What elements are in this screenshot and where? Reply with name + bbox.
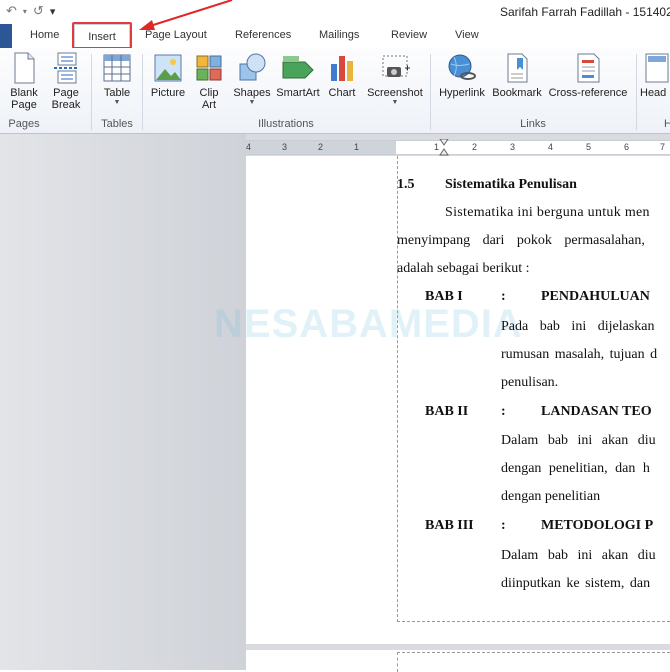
- bab-line: Dalam bab ini akan diu: [501, 433, 656, 448]
- ruler-number: 7: [660, 142, 666, 152]
- bab-line: penulisan.: [501, 375, 559, 390]
- ruler-number: 3: [282, 142, 288, 152]
- ruler-number: 6: [624, 142, 630, 152]
- smartart-icon: [282, 56, 314, 79]
- bab-number: BAB I: [425, 289, 463, 304]
- screenshot-label: Screenshot: [367, 87, 423, 99]
- picture-button[interactable]: Picture: [148, 52, 188, 99]
- shapes-button[interactable]: Shapes ▼: [232, 52, 272, 107]
- picture-icon: [154, 54, 182, 82]
- bab-title: METODOLOGI P: [541, 518, 654, 533]
- table-button[interactable]: Table ▼: [98, 52, 136, 107]
- paragraph-line: Sistematika ini berguna untuk men: [445, 205, 650, 220]
- clip-art-label-1: Clip: [199, 87, 219, 99]
- smartart-button[interactable]: SmartArt: [275, 52, 321, 99]
- group-separator: [636, 54, 637, 130]
- bab-colon: :: [501, 289, 506, 304]
- screenshot-button[interactable]: Screenshot ▼: [364, 52, 426, 107]
- chart-icon: [331, 56, 353, 81]
- bab-line: diinputkan ke sistem, dan: [501, 576, 651, 591]
- bab-line: dengan penelitian, dan h: [501, 461, 650, 476]
- bab-colon: :: [501, 518, 506, 533]
- header-button[interactable]: Head: [640, 52, 670, 99]
- hyperlink-button[interactable]: Hyperlink: [436, 52, 488, 99]
- table-dropdown-icon: ▼: [113, 99, 121, 106]
- cross-reference-button[interactable]: Cross-reference: [546, 52, 630, 99]
- group-header-label: H: [664, 118, 670, 130]
- clip-art-icon: [196, 55, 222, 81]
- indent-marker-icon[interactable]: [439, 139, 449, 157]
- table-label: Table: [103, 87, 131, 99]
- bab-number: BAB II: [425, 404, 469, 419]
- group-separator: [142, 54, 143, 130]
- hyperlink-icon: [448, 54, 476, 80]
- blank-page-button[interactable]: Blank Page: [6, 52, 42, 111]
- bab-line: rumusan masalah, tujuan d: [501, 347, 658, 362]
- header-icon: [645, 53, 669, 83]
- shapes-dropdown-icon: ▼: [248, 99, 256, 106]
- horizontal-ruler[interactable]: 4 3 2 1 1 2 3 4 5 6 7: [246, 139, 670, 157]
- group-links-label: Links: [520, 118, 546, 130]
- left-gray-area: [0, 134, 246, 670]
- bab-line: dengan penelitian: [501, 489, 601, 504]
- group-tables-label: Tables: [101, 118, 133, 130]
- section-title: Sistematika Penulisan: [445, 177, 577, 192]
- paragraph-line: menyimpang dari pokok permasalahan,: [397, 233, 645, 248]
- ruler-number: 5: [586, 142, 592, 152]
- page-break-icon: [54, 52, 78, 84]
- bab-colon: :: [501, 404, 506, 419]
- group-separator: [91, 54, 92, 130]
- cross-reference-icon: [577, 53, 600, 83]
- bookmark-label: Bookmark: [492, 87, 542, 99]
- ruler-number: 2: [318, 142, 324, 152]
- bab-line: Pada bab ini dijelaskan: [501, 319, 655, 334]
- hyperlink-label: Hyperlink: [439, 87, 485, 99]
- bab-number: BAB III: [425, 518, 474, 533]
- blank-page-label-1: Blank: [10, 87, 38, 99]
- chart-label: Chart: [328, 87, 356, 99]
- picture-label: Picture: [150, 87, 186, 99]
- page-break-label-1: Page: [53, 87, 79, 99]
- ruler-number: 3: [510, 142, 516, 152]
- cross-reference-label: Cross-reference: [548, 87, 628, 99]
- bab-title: PENDAHULUAN: [541, 289, 650, 304]
- clip-art-label-2: Art: [201, 99, 217, 111]
- smartart-label: SmartArt: [276, 87, 320, 99]
- shapes-icon: [239, 53, 266, 81]
- clip-art-button[interactable]: Clip Art: [192, 52, 226, 111]
- screenshot-icon: [382, 55, 410, 77]
- ruler-number: 1: [354, 142, 360, 152]
- page-break-label-2: Break: [51, 99, 81, 111]
- blank-page-label-2: Page: [11, 99, 37, 111]
- group-illustrations-label: Illustrations: [258, 118, 314, 130]
- watermark: NESABAMEDIA: [214, 302, 523, 346]
- bookmark-icon: [507, 53, 528, 83]
- page-break-button[interactable]: Page Break: [48, 52, 84, 111]
- ruler-number: 2: [472, 142, 478, 152]
- header-label: Head: [640, 87, 667, 99]
- chart-button[interactable]: Chart: [325, 52, 359, 99]
- ruler-number: 4: [246, 142, 252, 152]
- bab-line: Dalam bab ini akan diu: [501, 548, 656, 563]
- table-icon: [103, 54, 131, 82]
- section-number: 1.5: [397, 177, 415, 192]
- bookmark-button[interactable]: Bookmark: [490, 52, 544, 99]
- group-pages-label: Pages: [8, 118, 40, 130]
- screenshot-dropdown-icon: ▼: [391, 99, 399, 106]
- text-boundary-next: [397, 652, 670, 672]
- shapes-label: Shapes: [233, 87, 271, 99]
- blank-page-icon: [14, 52, 35, 84]
- paragraph-line: adalah sebagai berikut :: [397, 261, 530, 276]
- group-separator: [430, 54, 431, 130]
- ribbon-insert: Blank Page Page Break Pages Table ▼ Tabl…: [0, 48, 670, 134]
- bab-title: LANDASAN TEO: [541, 404, 652, 419]
- ruler-number: 4: [548, 142, 554, 152]
